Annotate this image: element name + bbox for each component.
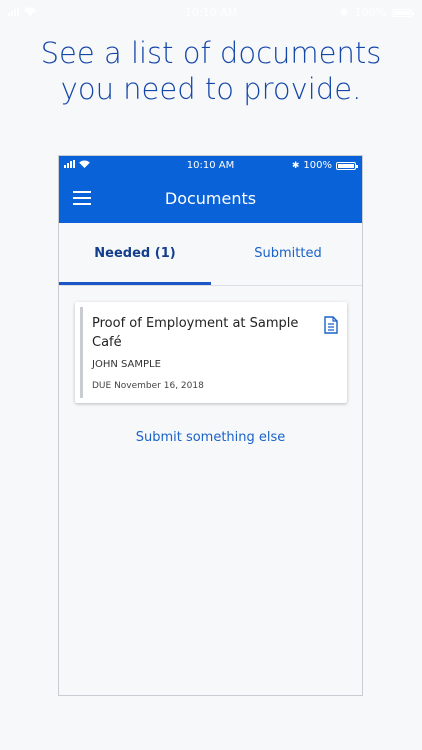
document-card[interactable]: Proof of Employment at Sample Café JOHN … <box>75 302 347 403</box>
tab-bar: Needed (1) Submitted <box>59 223 362 286</box>
tab-needed[interactable]: Needed (1) <box>59 223 211 285</box>
phone-battery-label: 100% <box>303 160 332 171</box>
document-person: JOHN SAMPLE <box>92 359 161 370</box>
document-due-date: DUE November 16, 2018 <box>92 381 204 391</box>
bluetooth-icon: ✱ <box>339 6 349 19</box>
document-icon[interactable] <box>324 316 338 334</box>
battery-icon <box>336 161 358 170</box>
headline: See a list of documents you need to prov… <box>0 35 422 107</box>
outer-status-bar: 10:10 AM ✱ 100% <box>0 0 422 26</box>
card-stripe <box>80 307 83 398</box>
headline-line-1: See a list of documents <box>40 36 382 70</box>
app-bar: 10:10 AM ✱ 100% Documents <box>59 156 362 223</box>
bluetooth-icon: ✱ <box>291 160 300 171</box>
tab-submitted[interactable]: Submitted <box>212 223 362 285</box>
phone-status-bar: 10:10 AM ✱ 100% <box>59 156 362 176</box>
headline-line-2: you need to provide. <box>60 72 362 106</box>
battery-icon <box>392 8 414 17</box>
submit-something-else-link[interactable]: Submit something else <box>59 430 362 445</box>
document-title: Proof of Employment at Sample Café <box>92 316 299 350</box>
phone-screen: 10:10 AM ✱ 100% Documents Needed (1) Sub… <box>58 155 363 696</box>
outer-battery-label: 100% <box>354 6 386 19</box>
page-title: Documents <box>164 189 257 208</box>
